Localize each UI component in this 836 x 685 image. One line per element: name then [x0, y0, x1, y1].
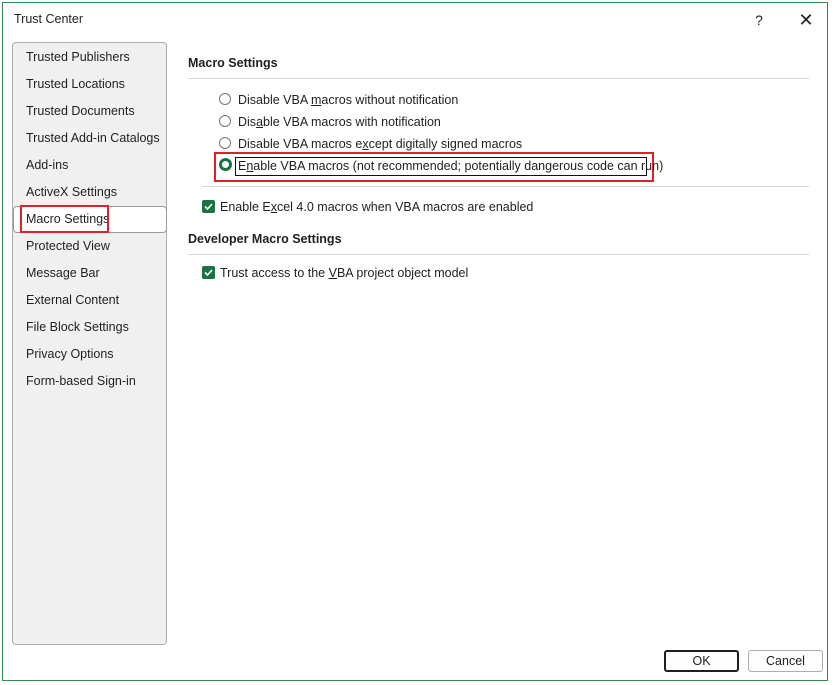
help-button[interactable]: ? [744, 7, 774, 33]
sidebar-item-activex-settings[interactable]: ActiveX Settings [14, 179, 165, 206]
radio-indicator[interactable] [219, 137, 231, 149]
sidebar-item-trusted-add-in-catalogs[interactable]: Trusted Add-in Catalogs [14, 125, 165, 152]
radio-label: Enable VBA macros (not recommended; pote… [238, 159, 664, 173]
sidebar-item-privacy-options[interactable]: Privacy Options [14, 341, 165, 368]
checkbox-label: Trust access to the VBA project object m… [220, 266, 469, 280]
radio-indicator[interactable] [219, 93, 231, 105]
sidebar-item-form-based-sign-in[interactable]: Form-based Sign-in [14, 368, 165, 395]
sidebar-item-trusted-publishers[interactable]: Trusted Publishers [14, 44, 165, 71]
cancel-button[interactable]: Cancel [748, 650, 823, 672]
radio-indicator-selected[interactable] [219, 158, 232, 171]
checkbox-checked[interactable] [202, 266, 215, 279]
sidebar-item-protected-view[interactable]: Protected View [14, 233, 165, 260]
close-button[interactable]: ✕ [791, 7, 821, 33]
sidebar-item-add-ins[interactable]: Add-ins [14, 152, 165, 179]
title-bar: Trust Center ? ✕ [3, 3, 827, 35]
macro-settings-heading: Macro Settings [188, 56, 278, 70]
window-title: Trust Center [14, 12, 84, 26]
sidebar-nav: Trusted Publishers Trusted Locations Tru… [12, 42, 167, 645]
sidebar-item-external-content[interactable]: External Content [14, 287, 165, 314]
section-divider [188, 78, 809, 79]
developer-macro-settings-heading: Developer Macro Settings [188, 232, 342, 246]
radio-label: Disable VBA macros without notification [238, 93, 459, 107]
checkbox-label: Enable Excel 4.0 macros when VBA macros … [220, 200, 534, 214]
sidebar-item-message-bar[interactable]: Message Bar [14, 260, 165, 287]
trust-center-dialog: Trust Center ? ✕ Trusted Publishers Trus… [2, 2, 828, 681]
radio-label: Disable VBA macros except digitally sign… [238, 137, 523, 151]
section-divider [202, 186, 809, 187]
radio-indicator[interactable] [219, 115, 231, 127]
checkbox-checked[interactable] [202, 200, 215, 213]
ok-button[interactable]: OK [664, 650, 739, 672]
sidebar-item-trusted-documents[interactable]: Trusted Documents [14, 98, 165, 125]
section-divider [188, 254, 809, 255]
radio-label: Disable VBA macros with notification [238, 115, 441, 129]
sidebar-item-trusted-locations[interactable]: Trusted Locations [14, 71, 165, 98]
sidebar-item-macro-settings[interactable]: Macro Settings [13, 205, 167, 233]
sidebar-item-file-block-settings[interactable]: File Block Settings [14, 314, 165, 341]
